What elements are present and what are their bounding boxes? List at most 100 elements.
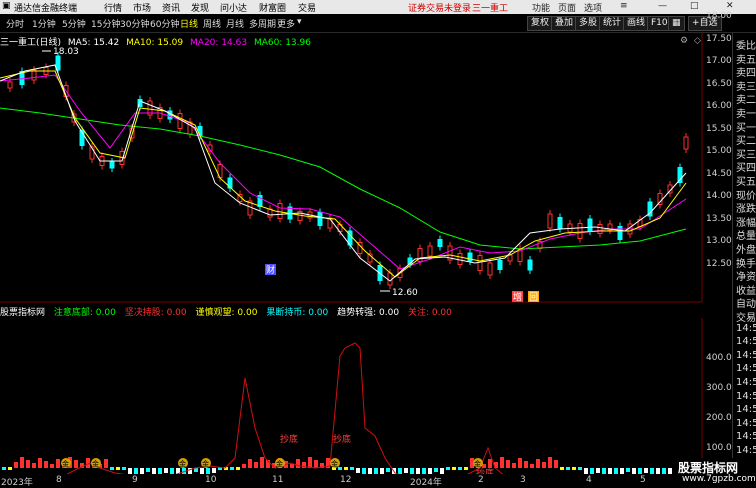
tab-daily[interactable]: 日线 [180,17,198,30]
app-logo-icon: ▣ [2,1,11,11]
options-button[interactable]: 选项 [584,1,602,14]
indicator-bar [14,462,18,468]
buy-tag-text: 金 [179,459,186,468]
indicator-bar [428,468,432,474]
indicator-bar [206,468,210,474]
indicator-bar [104,459,108,468]
y-tick-main: 15.50 [706,124,732,134]
y-tick-indicator: 400.0 [706,353,732,363]
tab-weekly[interactable]: 周线 [203,17,221,30]
grid-icon[interactable]: ▦ [668,16,685,31]
indicator-bar [632,468,636,474]
indicator-bar [410,468,414,474]
annotation-buy-bottom: 抄底 [280,433,298,445]
tab-more[interactable]: 更多 [277,17,295,30]
indicator-bar [386,468,390,472]
indicator-cash: 果断持币: 0.00 [266,308,329,318]
menu-quotes[interactable]: 行情 [104,1,122,14]
indicator-bar [524,461,528,468]
indicator-bar [110,467,114,470]
indicator-bar [488,459,492,468]
candle [587,218,593,232]
y-tick-main: 17.00 [706,56,732,66]
function-button[interactable]: 功能 [532,1,550,14]
indicator-bar [458,467,462,470]
ma5-line [0,64,687,282]
menu-market[interactable]: 市场 [133,1,151,14]
tab-30min[interactable]: 30分钟 [120,17,149,30]
indicator-bar [152,468,156,474]
menu-icon[interactable]: ≡ [620,1,628,11]
indicator-bar [374,468,378,474]
menu-wenxiaoda[interactable]: 问小达 [220,1,247,14]
side-panel-row: 14:5 [736,349,756,361]
candle [427,245,433,257]
y-tick-main: 14.50 [706,169,732,179]
candle [547,213,553,229]
menu-news[interactable]: 资讯 [162,1,180,14]
indicator-bar [542,462,546,468]
indicator-bar [74,460,78,468]
tab-1min[interactable]: 1分钟 [32,17,56,30]
indicator-bottom: 注意底部: 0.00 [53,308,116,318]
indicator-bar [248,459,252,468]
menu-wealth[interactable]: 财富圈 [259,1,286,14]
overlay-button[interactable]: 叠加 [551,16,578,31]
menu-discover[interactable]: 发现 [191,1,209,14]
indicator-bar [572,467,576,470]
chevron-down-icon[interactable]: ▾ [297,17,302,27]
indicator-name[interactable]: 股票指标网 [0,308,45,318]
kline-chart[interactable]: 18.03 12.60 财 增 回 [0,33,732,303]
tab-intraday[interactable]: 分时 [6,17,24,30]
y-tick-main: 12.50 [706,259,732,269]
tab-monthly[interactable]: 月线 [226,17,244,30]
indicator-bar [398,468,402,474]
x-tick: 2023年 [1,478,33,488]
stats-button[interactable]: 统计 [599,16,626,31]
indicator-bar [8,467,12,470]
indicator-bar [146,468,150,472]
side-panel-row: 14:5 [736,390,756,402]
indicator-bar [308,457,312,468]
indicator-bar [500,457,504,468]
minimize-icon[interactable]: — [658,1,667,11]
indicator-bar [608,468,612,474]
indicator-bar [2,467,6,470]
finance-marker-text: 财 [266,264,275,276]
indicator-hold: 坚决持股: 0.00 [124,308,187,318]
indicator-bar [530,464,534,468]
indicator-bar [242,464,246,468]
x-tick: 2 [478,475,484,485]
login-notice[interactable]: 证券交易未登录 [408,1,471,14]
indicator-bar [662,468,666,474]
indicator-bar [644,468,648,473]
y-tick-indicator: 300.0 [706,383,732,393]
tab-60min[interactable]: 60分钟 [150,17,179,30]
menu-trade[interactable]: 交易 [298,1,316,14]
indicator-bar [416,468,420,474]
buy-tag-text: 金 [276,459,283,468]
indicator-bar [554,460,558,468]
indicator-bar [200,468,204,474]
indicator-bar [56,459,60,468]
x-tick: 2024年 [410,478,442,488]
y-tick-indicator: 200.0 [706,413,732,423]
indicator-bar [338,467,342,470]
tab-15min[interactable]: 15分钟 [91,17,120,30]
maximize-icon[interactable]: □ [690,1,699,11]
ma20-line [0,74,687,270]
tab-multi-period[interactable]: 多周期 [249,17,276,30]
indicator-bar [260,457,264,468]
indicator-bar [452,467,456,470]
tab-5min[interactable]: 5分钟 [62,17,86,30]
indicator-chart[interactable]: 抄底 抄底 抄底 金 金 金 金 金 金 金 [0,318,732,474]
adjust-button[interactable]: 复权 [527,16,554,31]
multi-stock-button[interactable]: 多股 [575,16,602,31]
draw-line-button[interactable]: 画线 [623,16,650,31]
candle [387,272,393,286]
indicator-focus: 关注: 0.00 [407,308,452,318]
page-button[interactable]: 页面 [558,1,576,14]
close-icon[interactable]: ✕ [726,1,734,11]
candle [577,223,583,239]
x-tick: 10 [205,475,217,485]
